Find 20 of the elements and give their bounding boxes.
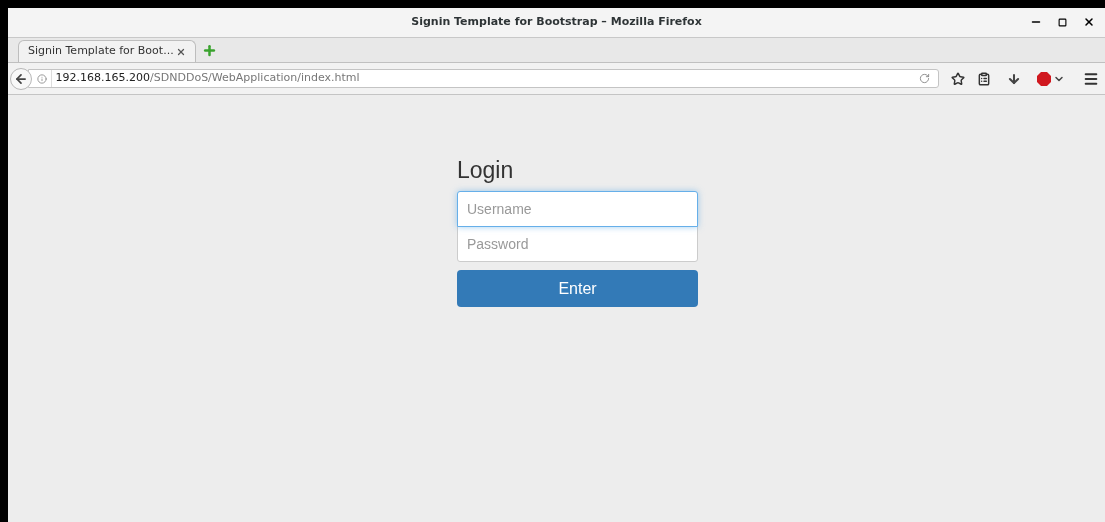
window-title: Signin Template for Bootstrap – Mozilla Firefox [411,14,702,31]
reload-icon[interactable] [919,73,930,84]
menu-icon[interactable] [1083,70,1099,87]
bookmark-star-icon[interactable] [951,71,965,86]
reading-list-icon[interactable] [977,71,991,86]
password-field[interactable]: Password [457,226,698,262]
close-tab-icon[interactable] [176,46,186,57]
username-field[interactable]: Username [457,191,698,227]
close-icon[interactable] [1083,16,1095,28]
download-icon[interactable] [1007,71,1021,86]
login-heading: Login [457,156,515,185]
address-field[interactable]: 192.168.165.200/SDNDDoS/WebApplication/index.html [27,69,939,88]
maximize-icon[interactable] [1058,18,1067,27]
url-text: 192.168.165.200/SDNDDoS/WebApplication/index.html [50,70,911,87]
new-tab-icon[interactable] [202,43,217,58]
browser-tab[interactable]: Signin Template for Boot... [18,40,196,62]
stop-sign-icon[interactable] [1037,71,1051,86]
back-arrow-icon [13,71,28,86]
back-button[interactable] [10,67,32,90]
enter-button[interactable]: Enter [457,270,698,307]
